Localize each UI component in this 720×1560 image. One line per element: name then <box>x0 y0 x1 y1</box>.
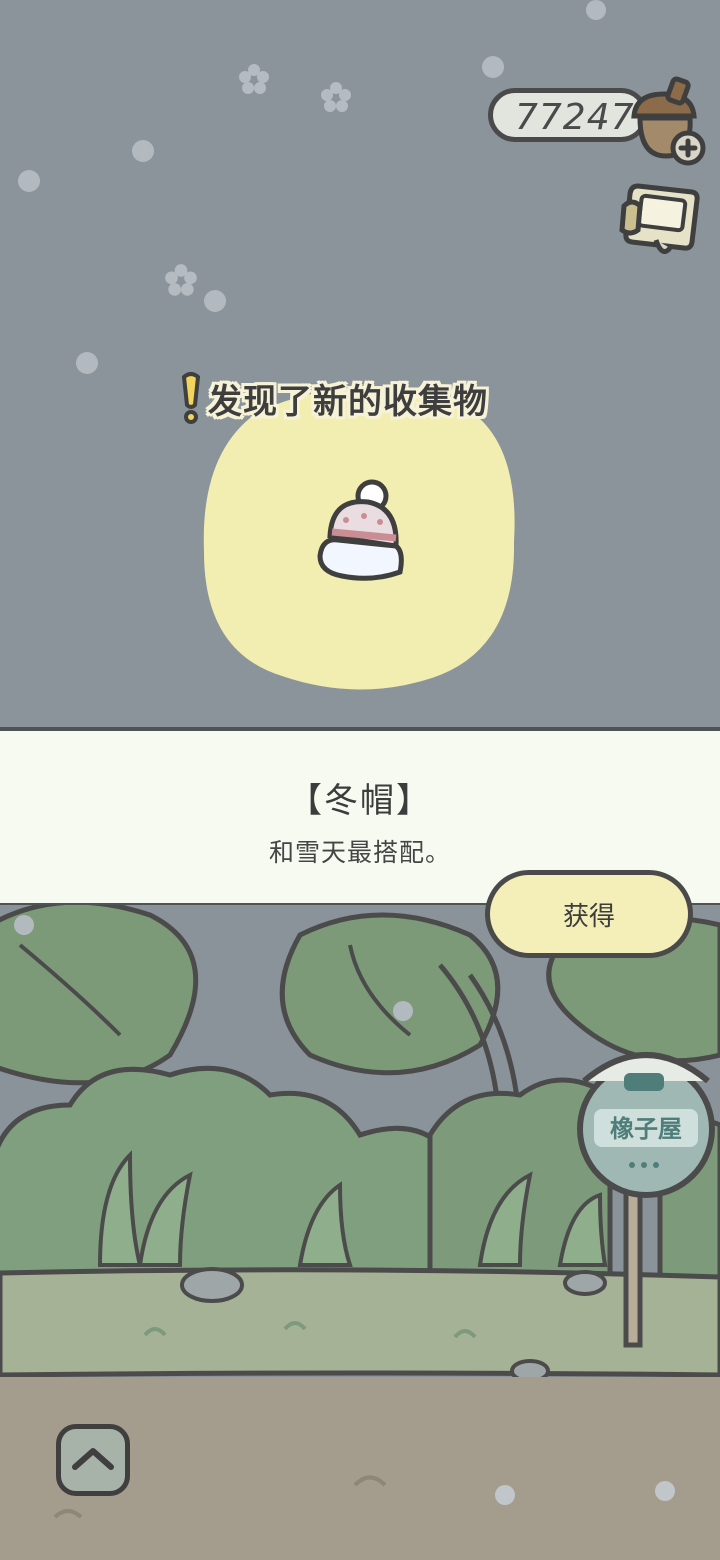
snowflake <box>204 290 226 312</box>
snowflake <box>76 352 98 374</box>
exclamation-icon <box>181 372 201 424</box>
album-icon[interactable] <box>618 178 706 262</box>
snowflake <box>18 170 40 192</box>
item-name: 【冬帽】 <box>288 781 432 821</box>
item-description: 和雪天最搭配。 <box>268 838 451 867</box>
acorn-add-icon[interactable] <box>620 72 710 168</box>
chevron-up-icon <box>72 1448 114 1470</box>
game-scene: 77247 发现了新的收集物 【冬帽】 和雪天最搭配。 橡子屋 获得 <box>0 0 720 1560</box>
snowflake <box>482 56 504 78</box>
acorn-count: 77247 <box>515 97 635 138</box>
svg-text:橡子屋: 橡子屋 <box>610 1115 682 1143</box>
snowflake-star <box>321 82 351 112</box>
discovery-notice: 发现了新的收集物 <box>180 368 488 428</box>
snowflake <box>132 140 154 162</box>
expand-button[interactable] <box>56 1424 130 1496</box>
snowflake <box>586 0 606 20</box>
snowflake-star <box>239 64 269 94</box>
bus-stop-sign[interactable]: 橡子屋 <box>560 1035 720 1355</box>
discovery-notice-text: 发现了新的收集物 <box>208 381 488 422</box>
obtain-button[interactable]: 获得 <box>485 870 693 958</box>
snowflake-star <box>165 264 197 296</box>
winter-hat-icon <box>317 479 404 581</box>
